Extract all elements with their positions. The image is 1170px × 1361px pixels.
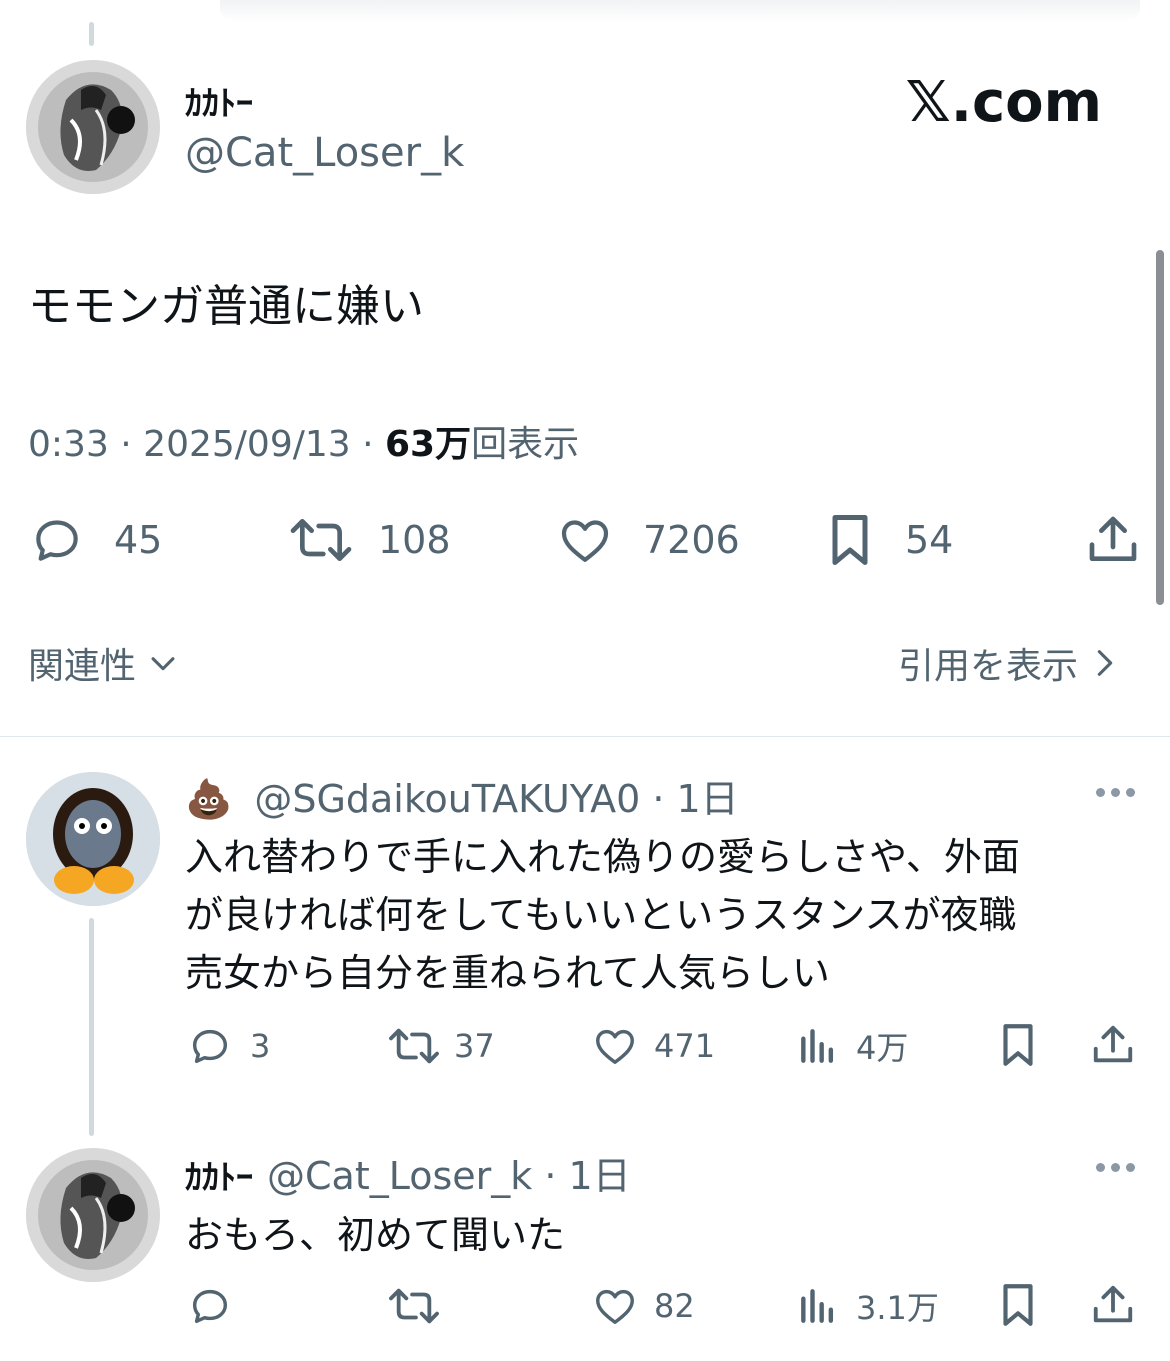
tweet-time[interactable]: 0:33 · 2025/09/13 ·	[28, 424, 385, 465]
share-button[interactable]	[1085, 510, 1141, 570]
bookmark-button[interactable]	[997, 1280, 1039, 1330]
handle[interactable]: @Cat_Loser_k	[185, 130, 464, 176]
x-brand: 𝕏.com	[905, 70, 1102, 135]
retweet-button[interactable]: 37	[386, 1022, 495, 1070]
views-count: 63万	[385, 424, 472, 465]
views-label: 回表示	[471, 424, 580, 465]
retweet-button[interactable]: 108	[288, 510, 451, 570]
reply-button[interactable]: 45	[28, 510, 162, 570]
like-button[interactable]: 82	[590, 1282, 695, 1330]
share-icon	[1090, 1280, 1136, 1330]
tweet-text: モモンガ普通に嫌い	[28, 281, 424, 332]
thread-line-top	[89, 22, 94, 46]
reply-avatar-art	[26, 1148, 160, 1282]
like-button[interactable]: 471	[590, 1022, 715, 1070]
reply-text: おもろ、初めて聞いた	[185, 1213, 566, 1257]
like-count: 82	[654, 1287, 695, 1325]
retweet-count: 37	[454, 1027, 495, 1065]
reply-handle[interactable]: @SGdaikouTAKUYA0	[254, 777, 640, 821]
share-icon	[1090, 1020, 1136, 1070]
bookmark-icon	[825, 510, 875, 570]
reply-icon	[28, 512, 86, 568]
reply-button[interactable]: 3	[186, 1022, 270, 1070]
reply-avatar[interactable]	[26, 772, 160, 906]
reply-header: 💩 @SGdaikouTAKUYA0 · 1日	[185, 768, 739, 823]
views-icon	[796, 1284, 840, 1328]
quotes-label: 引用を表示	[898, 646, 1079, 687]
sort-label: 関連性	[28, 646, 137, 687]
bookmark-button[interactable]: 54	[825, 510, 953, 570]
reply-handle[interactable]: @Cat_Loser_k	[267, 1154, 532, 1198]
reply-avatar-art	[26, 772, 160, 906]
retweet-button[interactable]	[386, 1282, 442, 1330]
reply-text-line: 入れ替わりで手に入れた偽りの愛らしさや、外面	[185, 835, 1020, 879]
thread-line	[89, 918, 94, 1136]
more-icon[interactable]	[1096, 1163, 1135, 1172]
retweet-icon	[386, 1283, 442, 1329]
bookmark-icon	[997, 1020, 1039, 1070]
share-button[interactable]	[1090, 1280, 1136, 1330]
reply-text-line: 売女から自分を重ねられて人気らしい	[185, 951, 830, 995]
chevron-down-icon	[146, 646, 180, 680]
reply-text-line: が良ければ何をしてもいいというスタンスが夜職	[185, 893, 1017, 937]
like-count: 471	[654, 1027, 716, 1065]
reply-count: 3	[250, 1027, 271, 1065]
reply-avatar[interactable]	[26, 1148, 160, 1282]
divider	[0, 736, 1170, 737]
share-button[interactable]	[1090, 1020, 1136, 1070]
retweet-icon	[386, 1023, 442, 1069]
more-icon[interactable]	[1096, 788, 1135, 797]
like-count: 7206	[643, 518, 740, 562]
scrollbar[interactable]	[1156, 250, 1164, 605]
retweet-icon	[288, 512, 354, 568]
reply-button[interactable]	[186, 1282, 234, 1330]
reply-time[interactable]: · 1日	[640, 777, 738, 821]
reply-header: ｶｶﾄｰ @Cat_Loser_k · 1日	[185, 1145, 631, 1200]
reply-display-name[interactable]: ｶｶﾄｰ	[185, 1158, 253, 1198]
reply-emoji: 💩	[185, 777, 233, 821]
avatar-art	[26, 60, 160, 194]
bookmark-button[interactable]	[997, 1020, 1039, 1070]
retweet-count: 108	[378, 518, 451, 562]
reply-time[interactable]: · 1日	[532, 1154, 630, 1198]
reply-count: 45	[114, 518, 163, 562]
reply-icon	[186, 1023, 234, 1069]
avatar[interactable]	[26, 60, 160, 194]
bookmark-count: 54	[905, 518, 954, 562]
views-button[interactable]: 4万	[796, 1022, 908, 1070]
reply-text: 入れ替わりで手に入れた偽りの愛らしさや、外面 が良ければ何をしてもいいというスタ…	[185, 828, 1020, 1002]
top-shade	[220, 0, 1140, 22]
views-count: 4万	[856, 1029, 909, 1067]
like-icon	[555, 512, 615, 568]
bookmark-icon	[997, 1280, 1039, 1330]
view-quotes-link[interactable]: 引用を表示	[898, 638, 1120, 688]
views-count: 3.1万	[856, 1289, 939, 1327]
like-icon	[590, 1283, 640, 1329]
reply-icon	[186, 1283, 234, 1329]
share-icon	[1085, 510, 1141, 570]
views-icon	[796, 1024, 840, 1068]
tweet-meta: 0:33 · 2025/09/13 · 63万回表示	[28, 415, 579, 467]
sort-dropdown[interactable]: 関連性	[28, 638, 180, 688]
chevron-right-icon	[1090, 646, 1120, 680]
like-button[interactable]: 7206	[555, 510, 740, 570]
views-button[interactable]: 3.1万	[796, 1282, 939, 1330]
like-icon	[590, 1023, 640, 1069]
display-name[interactable]: ｶｶﾄｰ	[185, 76, 253, 125]
